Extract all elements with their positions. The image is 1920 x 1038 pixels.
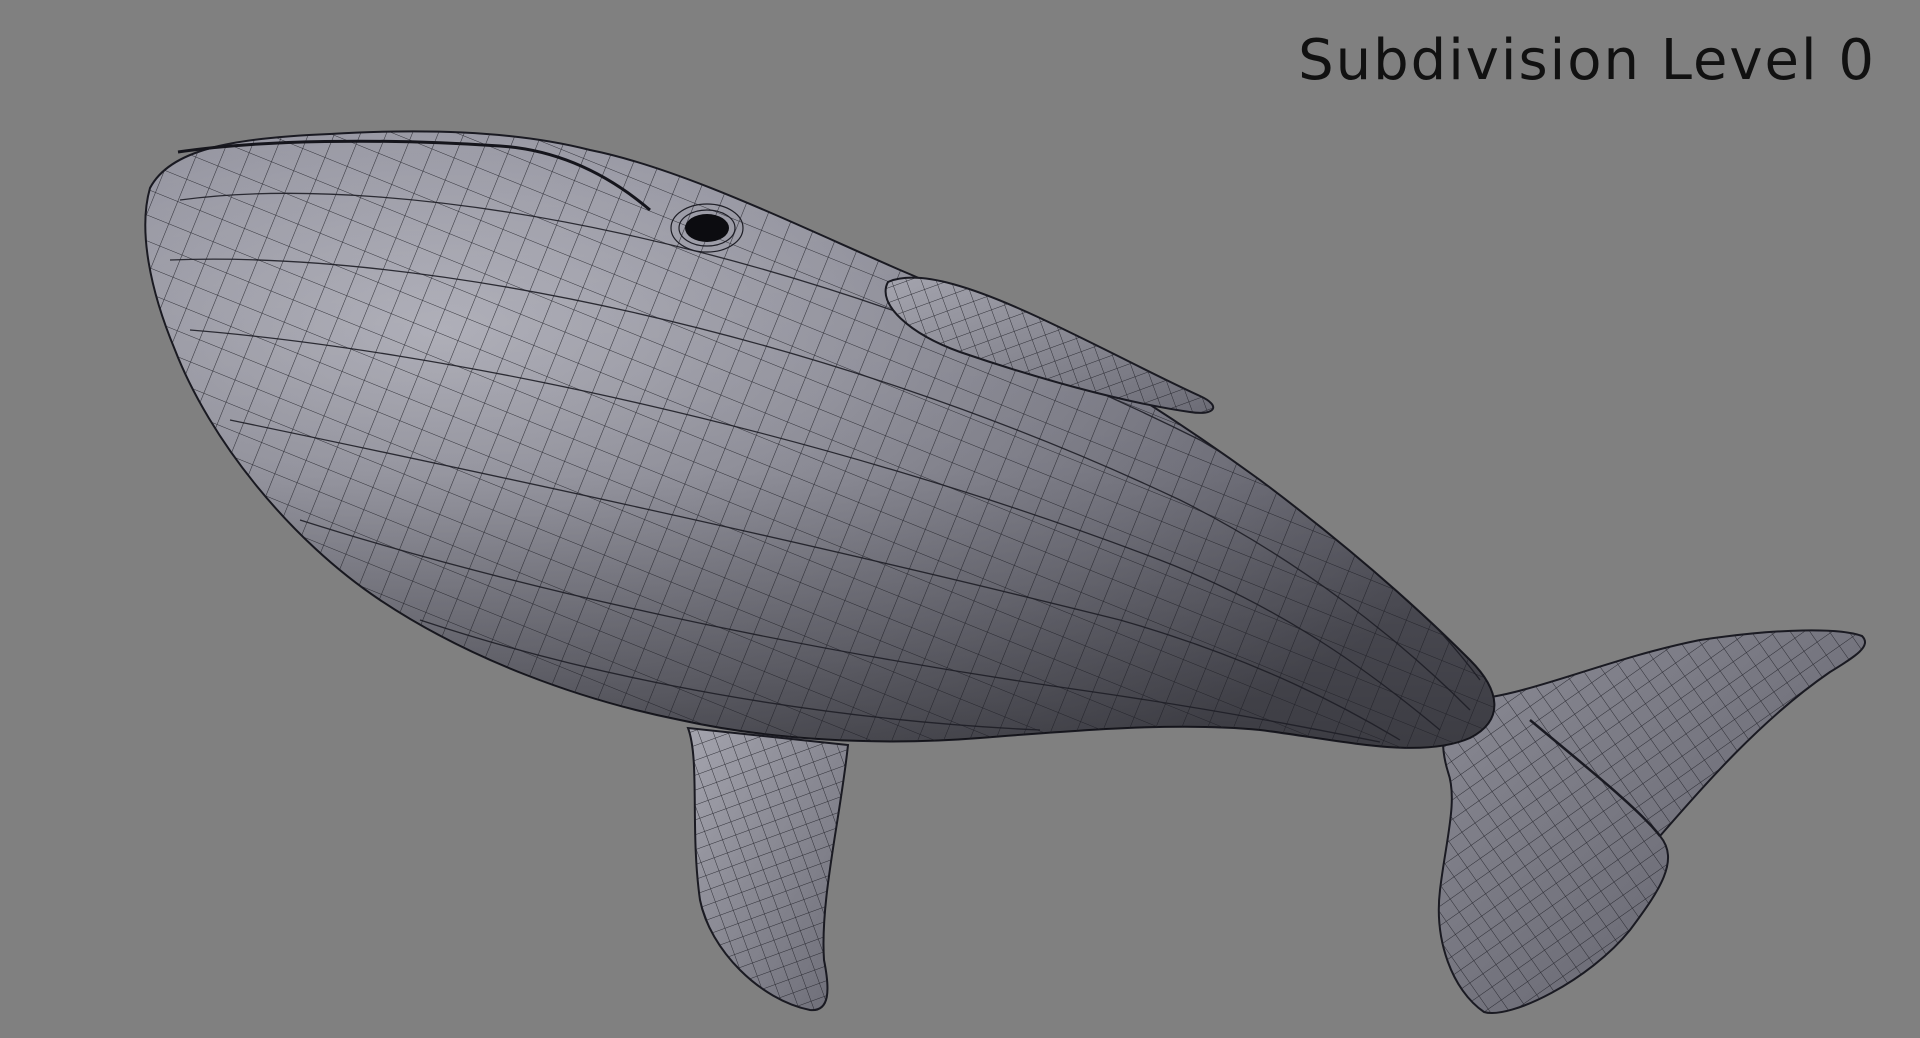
whale-model[interactable] bbox=[0, 0, 1920, 1038]
subdivision-level-label: Subdivision Level 0 bbox=[1298, 28, 1876, 93]
3d-viewport[interactable]: Subdivision Level 0 bbox=[0, 0, 1920, 1038]
pectoral-fin bbox=[686, 726, 850, 1012]
whale-body bbox=[144, 130, 1496, 749]
tail-fluke bbox=[1437, 629, 1866, 1014]
